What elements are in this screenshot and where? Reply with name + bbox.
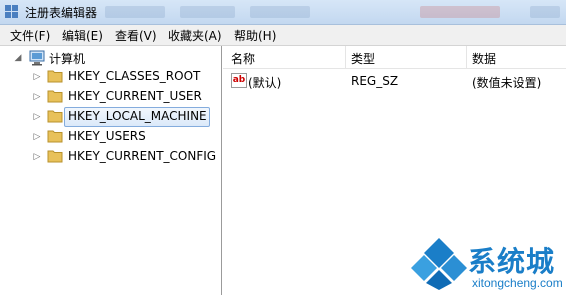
menu-edit[interactable]: 编辑(E) xyxy=(58,27,107,44)
watermark-brand: 系统城 xyxy=(468,245,556,278)
folder-icon xyxy=(47,130,63,143)
computer-icon xyxy=(29,50,45,66)
title-bar: 注册表编辑器 xyxy=(0,0,566,25)
expand-arrow-icon[interactable]: ▷ xyxy=(32,91,42,103)
menu-help[interactable]: 帮助(H) xyxy=(230,27,280,44)
tree-node-hkey-users[interactable]: ▷ HKEY_USERS xyxy=(1,128,220,146)
tree-node-hkey-local-machine[interactable]: ▷ HKEY_LOCAL_MACHINE xyxy=(1,107,220,127)
registry-tree[interactable]: ◢ 计算机 ▷ HKEY_CLASSES_ROOT ▷ HKEY_CURRENT… xyxy=(1,46,222,295)
tree-node-hkey-current-user[interactable]: ▷ HKEY_CURRENT_USER xyxy=(1,88,220,106)
background-blur xyxy=(420,6,500,18)
menu-bar: 文件(F) 编辑(E) 查看(V) 收藏夹(A) 帮助(H) xyxy=(0,25,566,46)
tree-node-hkey-current-config[interactable]: ▷ HKEY_CURRENT_CONFIG xyxy=(1,148,220,166)
background-blur xyxy=(530,6,560,18)
ab-string-icon: ab xyxy=(231,73,247,88)
windows-logo-icon xyxy=(411,238,467,290)
column-header-data[interactable]: 数据 xyxy=(472,50,496,67)
tree-label: HKEY_USERS xyxy=(68,129,146,143)
collapse-arrow-icon[interactable]: ◢ xyxy=(13,52,23,64)
folder-icon xyxy=(47,110,63,123)
tree-label: HKEY_CURRENT_USER xyxy=(68,89,202,103)
column-header-type[interactable]: 类型 xyxy=(351,50,375,67)
watermark: 系统城 xitongcheng.com xyxy=(408,232,566,295)
column-header-name[interactable]: 名称 xyxy=(231,50,255,67)
value-name: (默认) xyxy=(248,76,282,90)
menu-file[interactable]: 文件(F) xyxy=(6,27,54,44)
background-blur xyxy=(250,6,310,18)
list-header: 名称 类型 数据 xyxy=(223,46,566,69)
tree-node-computer[interactable]: ◢ 计算机 xyxy=(1,49,121,67)
value-type: REG_SZ xyxy=(351,74,399,88)
value-data: (数值未设置) xyxy=(472,76,542,90)
expand-arrow-icon[interactable]: ▷ xyxy=(32,151,42,163)
column-divider[interactable] xyxy=(345,46,346,68)
menu-view[interactable]: 查看(V) xyxy=(111,27,161,44)
expand-arrow-icon[interactable]: ▷ xyxy=(32,71,42,83)
tree-node-hkey-classes-root[interactable]: ▷ HKEY_CLASSES_ROOT xyxy=(1,68,220,86)
background-blur xyxy=(105,6,165,18)
tree-label: HKEY_CLASSES_ROOT xyxy=(68,69,201,83)
window-title: 注册表编辑器 xyxy=(25,6,98,20)
column-divider[interactable] xyxy=(466,46,467,68)
folder-icon xyxy=(47,150,63,163)
background-blur xyxy=(180,6,235,18)
folder-icon xyxy=(47,90,63,103)
tree-label: HKEY_CURRENT_CONFIG xyxy=(68,149,217,163)
expand-arrow-icon[interactable]: ▷ xyxy=(32,131,42,143)
tree-label-computer: 计算机 xyxy=(49,52,86,66)
watermark-url: xitongcheng.com xyxy=(472,276,563,290)
folder-icon xyxy=(47,70,63,83)
tree-label: HKEY_LOCAL_MACHINE xyxy=(68,109,207,123)
expand-arrow-icon[interactable]: ▷ xyxy=(32,111,42,123)
menu-favorites[interactable]: 收藏夹(A) xyxy=(164,27,226,44)
list-row[interactable]: ab (默认) REG_SZ (数值未设置) xyxy=(223,72,566,90)
regedit-app-icon xyxy=(5,5,18,18)
